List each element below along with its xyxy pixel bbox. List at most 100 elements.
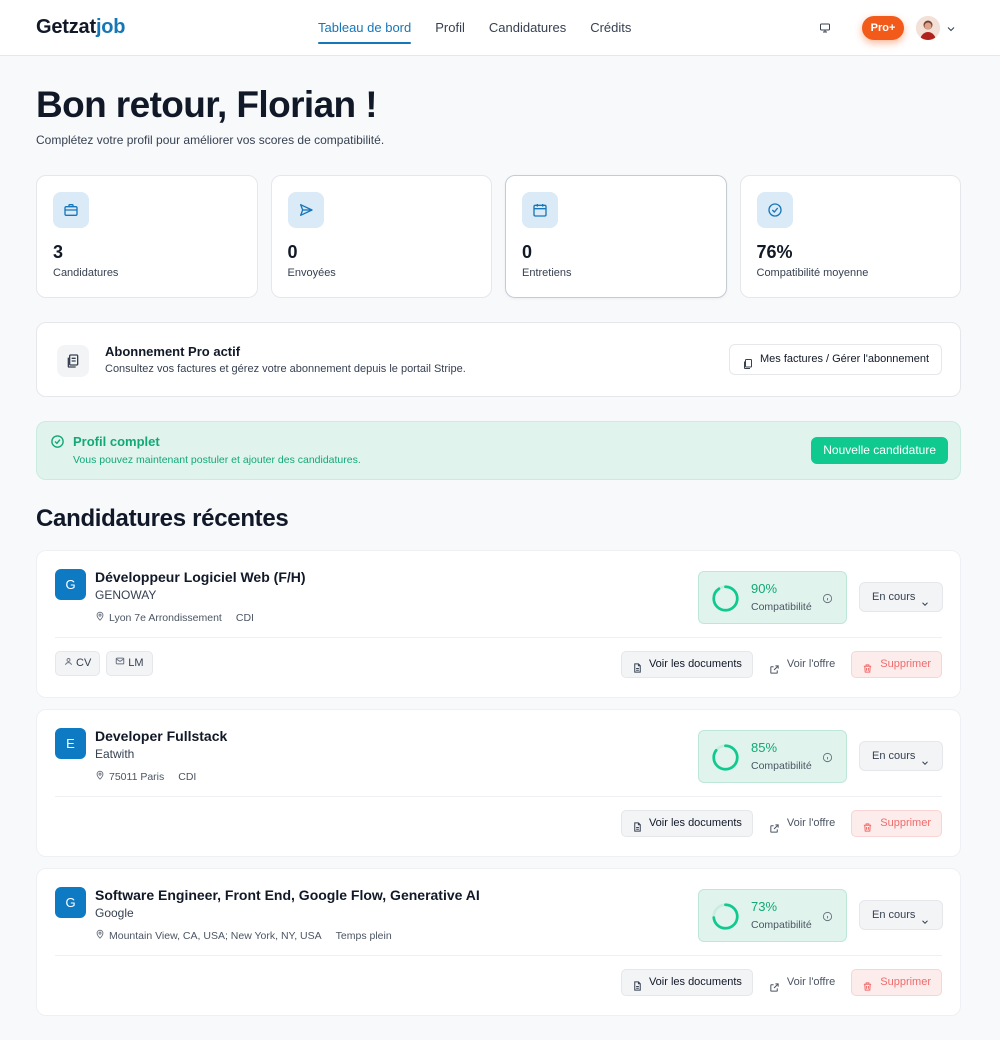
view-offer-label: Voir l'offre — [786, 976, 836, 988]
job-meta: Lyon 7e Arrondissement CDI — [95, 611, 254, 624]
nav-item-credits[interactable]: Crédits — [590, 0, 631, 56]
recent-applications-title: Candidatures récentes — [36, 505, 289, 532]
chevron-down-icon — [920, 751, 930, 779]
info-icon[interactable] — [822, 591, 833, 609]
page-title: Bon retour, Florian ! — [36, 84, 378, 125]
chevron-down-icon — [920, 592, 930, 620]
monitor-icon[interactable] — [814, 18, 836, 38]
job-title[interactable]: Développeur Logiciel Web (F/H) — [95, 569, 306, 585]
status-select-value: En cours — [872, 591, 916, 603]
compatibility-label: Compatibilité — [751, 601, 812, 613]
nav-item-dashboard[interactable]: Tableau de bord — [318, 0, 412, 56]
card-actions: Voir les documents Voir l'offre Supprime… — [620, 969, 942, 996]
chevron-down-icon[interactable] — [945, 22, 957, 34]
card-actions: Voir les documents Voir l'offre Supprime… — [620, 810, 942, 837]
manage-subscription-button[interactable]: Mes factures / Gérer l'abonnement — [728, 344, 942, 375]
compatibility-score: 73% Compatibilité — [698, 889, 847, 942]
avatar[interactable] — [916, 16, 940, 40]
status-select[interactable]: En cours — [859, 741, 943, 771]
view-documents-label: Voir les documents — [648, 817, 742, 829]
compatibility-score: 90% Compatibilité — [698, 571, 847, 624]
compatibility-ring — [712, 585, 739, 612]
new-application-button[interactable]: Nouvelle candidature — [811, 437, 948, 464]
stat-card-interviews: 0 Entretiens — [505, 175, 727, 298]
stats-row: 3 Candidatures 0 Envoyées 0 Entretiens 7… — [36, 175, 961, 298]
status-select-value: En cours — [872, 909, 916, 921]
mail-icon — [115, 652, 125, 675]
job-meta: 75011 Paris CDI — [95, 770, 196, 783]
contract-type: CDI — [178, 770, 197, 783]
delete-label: Supprimer — [880, 658, 931, 670]
application-card: E Developer Fullstack Eatwith 75011 Pari… — [36, 709, 961, 857]
nav-item-profile[interactable]: Profil — [435, 0, 465, 56]
application-card: G Software Engineer, Front End, Google F… — [36, 868, 961, 1016]
view-offer-label: Voir l'offre — [786, 658, 836, 670]
brand-logo-part1: Getzat — [36, 16, 96, 38]
application-card: G Développeur Logiciel Web (F/H) GENOWAY… — [36, 550, 961, 698]
briefcase-icon — [53, 192, 89, 228]
job-meta: Mountain View, CA, USA; New York, NY, US… — [95, 929, 392, 942]
stat-label: Candidatures — [53, 267, 119, 279]
brand-logo[interactable]: Getzatjob — [36, 16, 126, 39]
view-documents-button[interactable]: Voir les documents — [620, 651, 753, 678]
file-icon — [632, 818, 643, 843]
brand-logo-part2: job — [95, 16, 126, 38]
status-select[interactable]: En cours — [859, 582, 943, 612]
contract-type: CDI — [235, 611, 254, 624]
tag-cv[interactable]: CV — [55, 651, 101, 676]
company-logo-letter: G — [55, 887, 86, 918]
compatibility-label: Compatibilité — [751, 919, 812, 931]
status-select[interactable]: En cours — [859, 900, 943, 930]
delete-label: Supprimer — [880, 817, 931, 829]
invoice-icon — [742, 353, 754, 382]
compatibility-value: 90% — [751, 581, 778, 596]
external-link-icon — [769, 977, 780, 1004]
view-documents-label: Voir les documents — [648, 976, 742, 988]
send-icon — [287, 192, 324, 228]
tag-label: CV — [76, 657, 92, 669]
info-icon[interactable] — [822, 750, 833, 768]
subscription-description: Consultez vos factures et gérez votre ab… — [105, 363, 466, 375]
company-name: GENOWAY — [95, 588, 157, 602]
chevron-down-icon — [920, 910, 930, 938]
view-offer-link[interactable]: Voir l'offre — [761, 651, 843, 678]
view-documents-button[interactable]: Voir les documents — [620, 969, 753, 996]
company-logo-letter: E — [55, 728, 86, 759]
status-select-value: En cours — [872, 750, 916, 762]
contract-type: Temps plein — [335, 929, 392, 942]
view-documents-button[interactable]: Voir les documents — [620, 810, 753, 837]
map-pin-icon — [95, 611, 105, 624]
tag-lm[interactable]: LM — [106, 651, 153, 676]
job-title[interactable]: Software Engineer, Front End, Google Flo… — [95, 887, 480, 903]
company-name: Google — [95, 906, 134, 920]
stat-value: 0 — [522, 242, 533, 262]
profile-status-title: Profil complet — [73, 434, 160, 449]
card-divider — [55, 637, 942, 638]
check-circle-icon — [50, 434, 65, 454]
external-link-icon — [769, 659, 780, 686]
document-tags: CV LM — [55, 651, 153, 676]
delete-button[interactable]: Supprimer — [851, 969, 942, 996]
job-title[interactable]: Developer Fullstack — [95, 728, 227, 744]
delete-button[interactable]: Supprimer — [851, 651, 942, 678]
card-divider — [55, 955, 942, 956]
compatibility-score: 85% Compatibilité — [698, 730, 847, 783]
subscription-title: Abonnement Pro actif — [105, 344, 241, 359]
file-icon — [632, 977, 643, 1002]
main-nav: Tableau de bord Profil Candidatures Créd… — [318, 0, 631, 56]
pro-plan-badge[interactable]: Pro+ — [862, 16, 904, 40]
profile-status-description: Vous pouvez maintenant postuler et ajout… — [73, 454, 361, 466]
top-navigation-bar: Getzatjob Tableau de bord Profil Candida… — [0, 0, 1000, 56]
nav-item-applications[interactable]: Candidatures — [489, 0, 566, 56]
view-documents-label: Voir les documents — [648, 658, 742, 670]
stat-label: Compatibilité moyenne — [756, 267, 869, 279]
company-logo-letter: G — [55, 569, 86, 600]
compatibility-ring — [712, 744, 739, 771]
stat-label: Envoyées — [287, 267, 336, 279]
view-offer-link[interactable]: Voir l'offre — [761, 969, 843, 996]
info-icon[interactable] — [822, 909, 833, 927]
job-location: Mountain View, CA, USA; New York, NY, US… — [109, 929, 322, 942]
company-name: Eatwith — [95, 747, 135, 761]
view-offer-link[interactable]: Voir l'offre — [761, 810, 843, 837]
delete-button[interactable]: Supprimer — [851, 810, 942, 837]
